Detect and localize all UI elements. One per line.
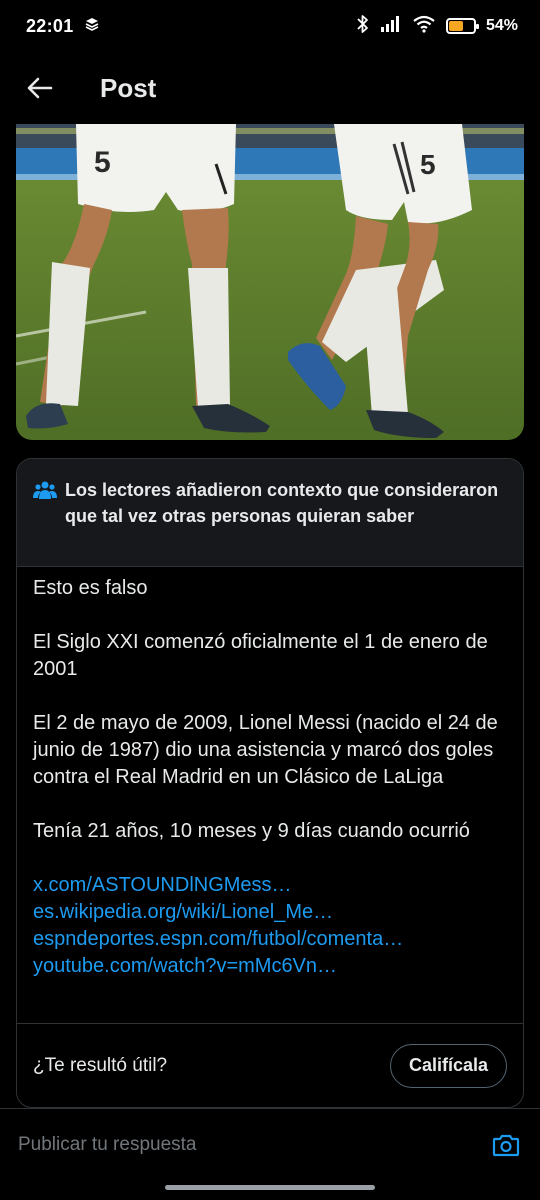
home-indicator[interactable]: [165, 1185, 375, 1190]
source-link[interactable]: youtube.com/watch?v=mMc6Vn…: [33, 953, 507, 980]
community-note-body: Esto es falso El Siglo XXI comenzó ofici…: [17, 567, 523, 980]
source-link[interactable]: espndeportes.espn.com/futbol/comenta…: [33, 926, 507, 953]
camera-icon: [492, 1134, 520, 1156]
note-paragraph: El Siglo XXI comenzó oficialmente el 1 d…: [33, 631, 488, 680]
status-bar: 22:01 54%: [0, 0, 540, 52]
helpful-question: ¿Te resultó útil?: [33, 1054, 168, 1076]
note-paragraph: Esto es falso: [33, 577, 148, 599]
rate-note-button[interactable]: Califícala: [389, 1043, 507, 1088]
source-link[interactable]: x.com/ASTOUNDlNGMess…: [33, 872, 507, 899]
page-title: Post: [100, 72, 157, 103]
battery-percent: 54%: [485, 17, 518, 34]
signal-icon: [380, 15, 402, 38]
bluetooth-icon: [356, 14, 370, 39]
football-players-photo: 5 5: [16, 124, 524, 440]
wifi-icon: [412, 15, 436, 38]
camera-button[interactable]: [490, 1129, 522, 1161]
back-button[interactable]: [20, 68, 60, 108]
community-note-footer: ¿Te resultó útil? Califícala: [17, 1023, 523, 1107]
status-time: 22:01: [26, 15, 74, 36]
people-group-icon: [33, 479, 57, 506]
post-image[interactable]: 5 5: [16, 124, 524, 440]
svg-text:5: 5: [94, 146, 111, 179]
note-paragraph: El 2 de mayo de 2009, Lionel Messi (naci…: [33, 712, 498, 788]
source-links: x.com/ASTOUNDlNGMess… es.wikipedia.org/w…: [33, 872, 507, 980]
svg-text:5: 5: [420, 149, 436, 180]
community-note-title: Los lectores añadieron contexto que cons…: [65, 480, 499, 526]
community-note: Los lectores añadieron contexto que cons…: [16, 458, 524, 1108]
reply-composer: Publicar tu respuesta: [0, 1108, 540, 1180]
source-link[interactable]: es.wikipedia.org/wiki/Lionel_Me…: [33, 899, 507, 926]
back-arrow-icon: [27, 77, 53, 99]
layers-icon: [84, 16, 100, 37]
top-app-bar: Post: [0, 52, 540, 124]
battery-icon: [445, 18, 479, 34]
community-note-header: Los lectores añadieron contexto que cons…: [17, 459, 523, 567]
reply-input[interactable]: Publicar tu respuesta: [18, 1134, 490, 1156]
note-paragraph: Tenía 21 años, 10 meses y 9 días cuando …: [33, 820, 470, 842]
